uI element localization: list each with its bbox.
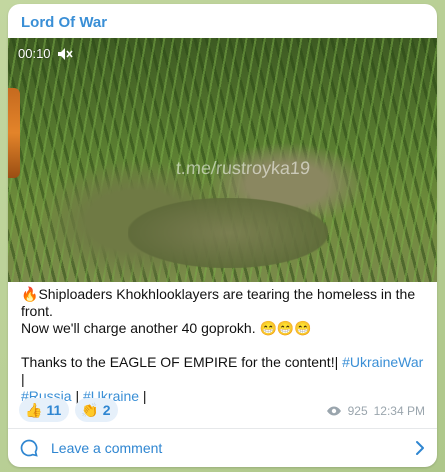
channel-name[interactable]: Lord Of War [21,14,107,31]
view-count: 925 [347,404,368,418]
channel-post: Lord Of War t.me/rustroyka19 00:10 🔥Ship… [8,4,437,467]
video-duration: 00:10 [18,46,51,61]
grin-emojis: 😁😁😁 [259,320,312,336]
post-line-3: Thanks to the EAGLE OF EMPIRE for the co… [21,354,424,387]
video-player[interactable]: t.me/rustroyka19 00:10 [8,38,437,282]
clap-icon: 👏 [81,401,99,418]
post-time: 12:34 PM [373,404,425,418]
reaction-thumbs-up[interactable]: 👍 11 [19,398,70,422]
video-subject [128,198,328,268]
post-meta: 925 12:34 PM [326,404,425,418]
reaction-count: 11 [46,402,62,418]
fire-emoji: 🔥 [21,286,39,302]
hashtag-link[interactable]: #UkraineWar [342,354,423,370]
leave-comment-button[interactable]: Leave a comment [8,429,437,467]
comment-bubble-icon [20,439,38,457]
thumbs-up-icon: 👍 [25,401,43,418]
reactions-bar: 👍 11 👏 2 [19,398,119,422]
reaction-clap[interactable]: 👏 2 [75,398,119,422]
video-watermark: t.me/rustroyka19 [175,158,311,178]
muted-speaker-icon[interactable] [57,47,73,61]
video-duration-overlay: 00:10 [18,46,73,61]
chevron-right-icon [416,441,424,455]
post-line-1: 🔥Shiploaders Khokhlooklayers are tearing… [21,286,416,319]
reaction-count: 2 [102,402,111,418]
video-foreground-object [8,88,20,178]
views-eye-icon [326,406,341,416]
post-text: 🔥Shiploaders Khokhlooklayers are tearing… [21,286,425,405]
post-line-2: Now we'll charge another 40 goprokh. 😁😁😁 [21,320,312,336]
leave-comment-label: Leave a comment [51,440,163,456]
